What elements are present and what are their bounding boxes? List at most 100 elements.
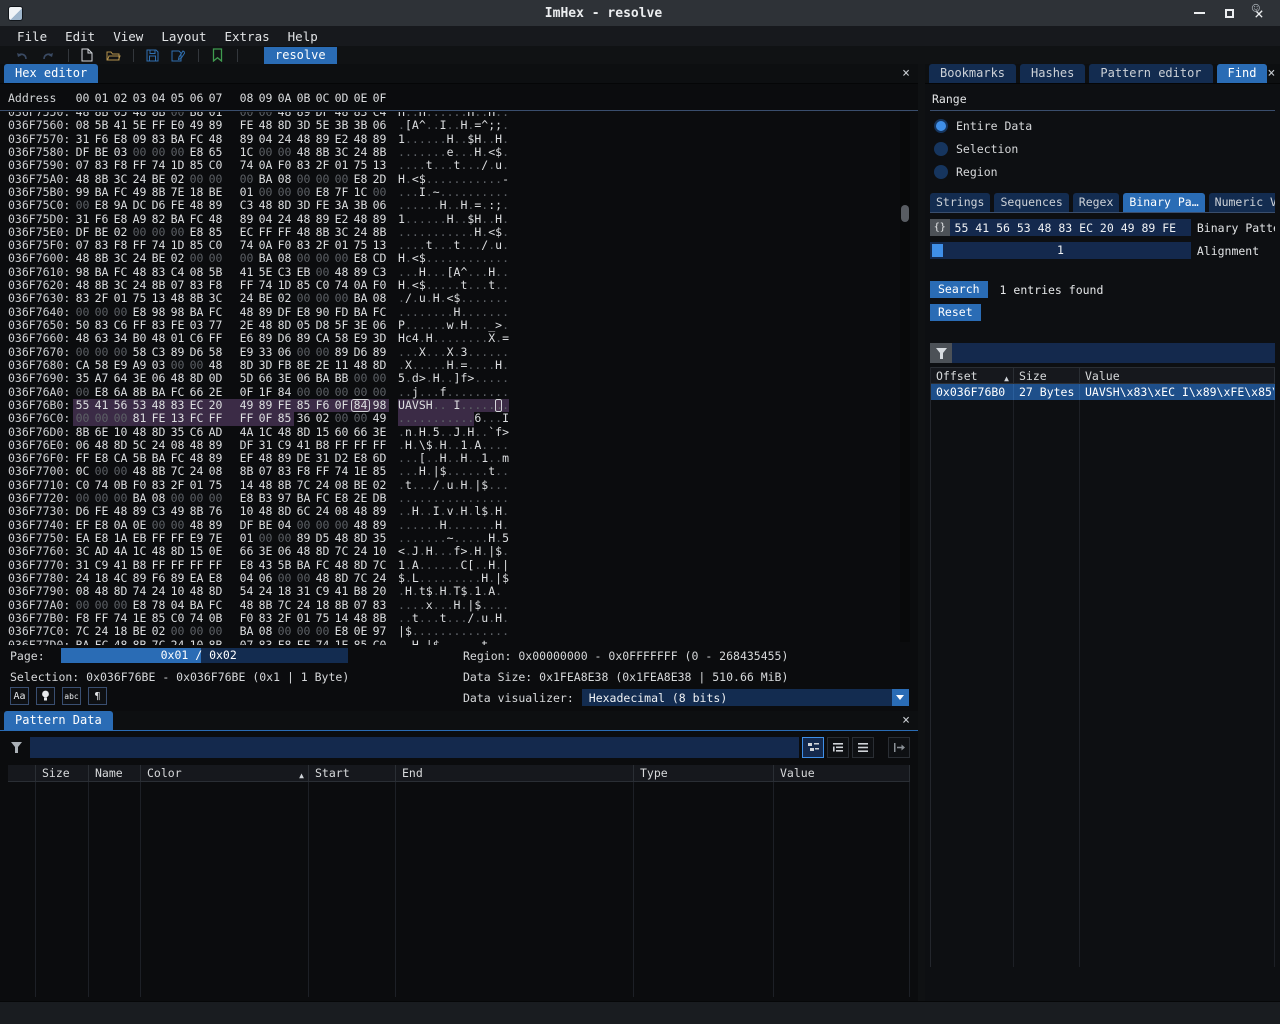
hex-ascii-char[interactable]: . [488, 173, 495, 186]
hex-ascii-char[interactable]: . [454, 412, 461, 425]
hex-ascii-char[interactable]: . [433, 519, 440, 532]
hex-byte[interactable]: 5B [92, 119, 111, 132]
hex-byte[interactable]: 00 [351, 372, 370, 385]
hex-ascii-char[interactable]: . [447, 279, 454, 292]
hex-byte[interactable]: 89 [130, 572, 149, 585]
hex-ascii-char[interactable]: . [488, 372, 495, 385]
hex-byte[interactable]: E8 [187, 226, 206, 239]
hex-ascii-char[interactable]: . [447, 252, 454, 265]
hex-byte[interactable]: DF [237, 439, 256, 452]
hex-ascii-char[interactable]: . [412, 585, 419, 598]
hex-ascii-char[interactable]: . [419, 559, 426, 572]
hex-byte[interactable]: 31 [294, 585, 313, 598]
hex-ascii-char[interactable]: . [419, 199, 426, 212]
hex-byte[interactable]: FE [237, 119, 256, 132]
hex-ascii-char[interactable]: . [398, 346, 405, 359]
hex-ascii-char[interactable]: . [412, 226, 419, 239]
hex-ascii-char[interactable]: . [419, 226, 426, 239]
hex-ascii-char[interactable]: . [426, 519, 433, 532]
hex-ascii-char[interactable]: C [460, 559, 467, 572]
hex-ascii-char[interactable]: . [474, 332, 481, 345]
results-header-size[interactable]: Size [1014, 368, 1080, 383]
hex-ascii-char[interactable]: A [488, 585, 495, 598]
hex-byte[interactable]: 00 [370, 372, 389, 385]
hex-ascii-char[interactable]: . [412, 186, 419, 199]
hex-byte[interactable]: BE [92, 226, 111, 239]
hex-ascii-char[interactable]: . [460, 252, 467, 265]
hex-ascii-char[interactable]: . [502, 226, 509, 239]
hex-ascii-char[interactable]: . [398, 439, 405, 452]
hex-ascii-char[interactable]: . [502, 133, 509, 146]
hex-byte[interactable]: 8B [187, 292, 206, 305]
hex-byte[interactable]: C9 [313, 585, 332, 598]
hex-byte[interactable]: 06 [370, 119, 389, 132]
hex-ascii-char[interactable]: . [412, 159, 419, 172]
hex-editor-close-icon[interactable]: × [902, 66, 910, 83]
hex-ascii-char[interactable]: . [440, 213, 447, 226]
hex-byte[interactable]: F0 [370, 279, 389, 292]
hex-byte[interactable]: E6 [237, 332, 256, 345]
hex-ascii-char[interactable]: . [460, 532, 467, 545]
hex-byte[interactable]: E8 [111, 133, 130, 146]
hex-byte[interactable]: 00 [168, 492, 187, 505]
hex-byte[interactable]: EF [73, 519, 92, 532]
hex-ascii-char[interactable]: . [412, 306, 419, 319]
hex-ascii-char[interactable]: j [412, 386, 419, 399]
hex-byte[interactable]: FE [92, 505, 111, 518]
hex-byte[interactable]: 15 [313, 426, 332, 439]
hex-ascii-char[interactable]: . [426, 572, 433, 585]
hex-byte[interactable]: 7E [206, 532, 225, 545]
hex-ascii-char[interactable]: $ [495, 146, 502, 159]
hex-ascii-char[interactable]: $ [495, 226, 502, 239]
hex-ascii-char[interactable]: . [454, 173, 461, 186]
hex-byte[interactable]: 13 [149, 292, 168, 305]
hex-byte[interactable]: FC [206, 306, 225, 319]
hex-byte[interactable]: 89 [313, 133, 332, 146]
hex-byte[interactable]: D2 [332, 452, 351, 465]
hex-byte[interactable]: 41 [111, 559, 130, 572]
hex-byte[interactable]: 48 [168, 292, 187, 305]
hex-byte[interactable]: E8 [92, 519, 111, 532]
hex-byte[interactable]: 8B [187, 505, 206, 518]
hex-byte[interactable]: 01 [168, 332, 187, 345]
hex-byte[interactable]: 1C [237, 146, 256, 159]
hex-ascii-char[interactable]: . [447, 612, 454, 625]
menu-view[interactable]: View [104, 28, 152, 45]
hex-address[interactable]: 036F7750: [0, 532, 73, 545]
hex-byte[interactable]: 48 [187, 519, 206, 532]
hex-ascii-char[interactable]: . [405, 346, 412, 359]
hex-ascii-char[interactable]: . [426, 266, 433, 279]
hex-ascii-char[interactable]: $ [467, 133, 474, 146]
hex-ascii-char[interactable]: . [440, 359, 447, 372]
hex-byte[interactable]: 00 [275, 625, 294, 638]
hex-ascii-char[interactable]: . [405, 572, 412, 585]
hex-ascii-char[interactable]: 5 [502, 532, 509, 545]
hex-ascii-char[interactable]: . [412, 465, 419, 478]
hex-byte[interactable]: FF [370, 439, 389, 452]
hex-ascii-char[interactable]: : [488, 199, 495, 212]
hex-ascii-char[interactable]: . [502, 625, 509, 638]
hex-ascii-char[interactable]: . [412, 519, 419, 532]
hex-byte[interactable]: A9 [130, 213, 149, 226]
hex-ascii-char[interactable]: H [495, 519, 502, 532]
hex-byte[interactable]: 00 [73, 492, 92, 505]
hex-byte[interactable]: EC [237, 226, 256, 239]
hex-ascii-char[interactable]: H [447, 359, 454, 372]
hex-ascii-char[interactable]: . [426, 346, 433, 359]
hex-byte[interactable]: E8 [92, 452, 111, 465]
hex-byte[interactable]: BA [313, 372, 332, 385]
results-filter-funnel-icon[interactable] [930, 343, 952, 363]
hex-byte[interactable]: BA [92, 266, 111, 279]
hex-byte[interactable]: 89 [206, 119, 225, 132]
hex-ascii-char[interactable]: . [419, 133, 426, 146]
hex-byte[interactable]: 00 [256, 186, 275, 199]
hex-ascii-char[interactable]: . [481, 426, 488, 439]
hex-byte[interactable]: 48 [294, 133, 313, 146]
pattern-header-color[interactable]: Color▲ [141, 765, 309, 781]
hex-ascii-char[interactable]: J [454, 426, 461, 439]
hex-byte[interactable]: BA [256, 173, 275, 186]
hex-byte[interactable]: E2 [332, 133, 351, 146]
paragraph-toggle-button[interactable]: ¶ [88, 687, 107, 705]
hex-ascii-char[interactable]: . [474, 252, 481, 265]
hex-ascii-char[interactable]: . [474, 452, 481, 465]
